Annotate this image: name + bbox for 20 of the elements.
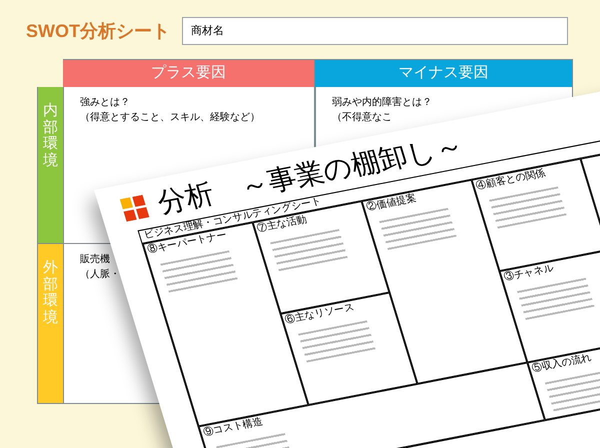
product-name-field[interactable]: 商材名 — [182, 17, 568, 45]
block-heading: ④顧客との関係 — [475, 168, 547, 192]
cell-text: 販売機 — [80, 252, 111, 267]
block-heading: ③チャネル — [503, 264, 556, 284]
sheet-title: SWOT分析シート — [26, 20, 166, 42]
block-heading: ⑦主な活動 — [256, 215, 308, 234]
row-label: 内部環境 — [37, 87, 63, 244]
column-header: プラス要因 — [63, 59, 315, 87]
block-heading: ②価値提案 — [366, 194, 418, 214]
cell-text: 弱みや内的障害とは？ — [332, 96, 433, 110]
cell-text: 強みとは？ — [80, 96, 131, 110]
cell-text: （不得意なこ — [332, 110, 393, 125]
column-header: マイナス要因 — [315, 59, 573, 87]
block-heading: ⑨コスト構造 — [202, 417, 264, 438]
cell-text: （得意とすること、スキル、経験など） — [80, 110, 261, 125]
block-heading: ⑤収入の流れ — [530, 353, 593, 374]
cell-text: （人脈・ — [80, 268, 121, 282]
squares-logo-icon — [120, 194, 150, 222]
row-label: 外部環境 — [37, 244, 63, 404]
block-heading: ⑥主なリソース — [284, 302, 356, 326]
